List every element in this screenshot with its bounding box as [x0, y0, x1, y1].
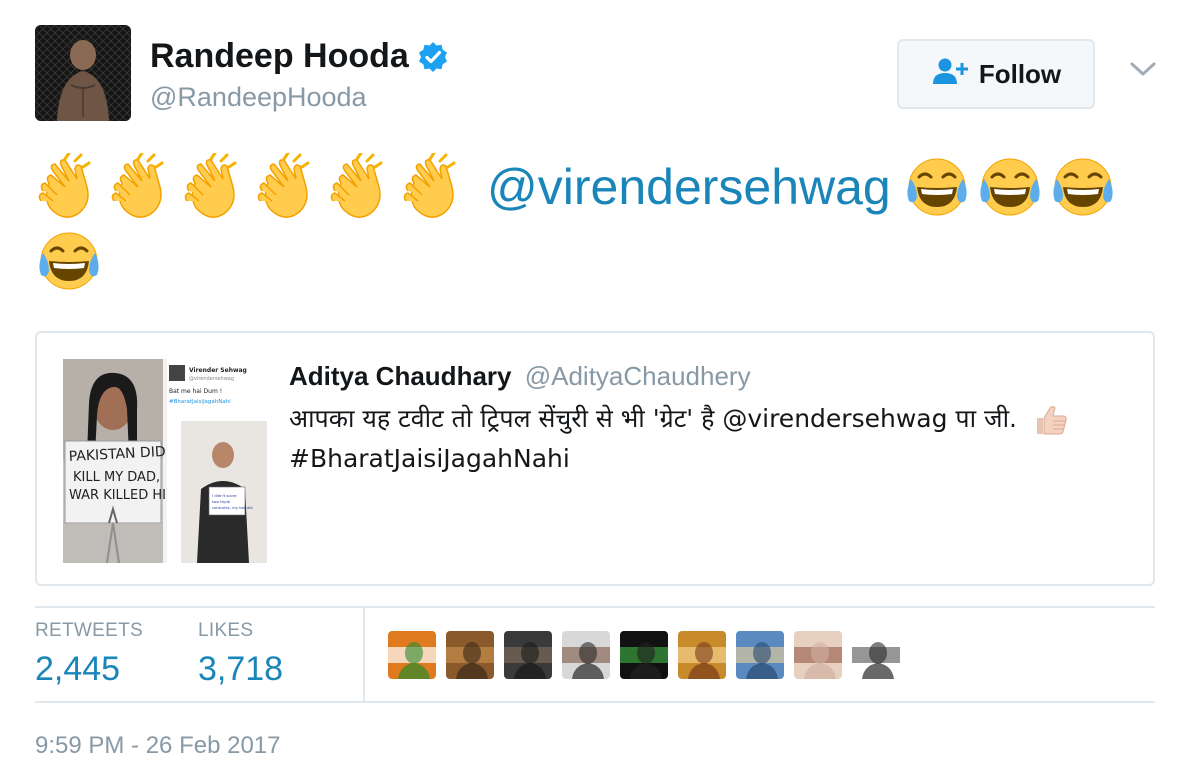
follow-button[interactable]: Follow [897, 39, 1095, 109]
display-name-text: Randeep Hooda [150, 37, 409, 75]
clapping-hands-emoji [108, 151, 176, 221]
tears-of-joy-emoji [1049, 153, 1117, 221]
clapping-hands-emoji [254, 151, 322, 221]
svg-text:#BharatJaisiJagahNahi: #BharatJaisiJagahNahi [169, 399, 231, 405]
tweet-mention-link[interactable]: @virendersehwag [487, 159, 891, 215]
likes-label: LIKES [198, 620, 254, 641]
clap-emoji-group [35, 151, 473, 218]
quoted-hashtag[interactable]: #BharatJaisiJagahNahi [289, 444, 570, 473]
clapping-hands-emoji [35, 151, 103, 221]
svg-text:centuries, my bat did: centuries, my bat did [212, 505, 253, 510]
tears-of-joy-emoji [976, 153, 1044, 221]
retweets-count: 2,445 [35, 650, 121, 688]
likes-count: 3,718 [198, 650, 284, 688]
clapping-hands-emoji [327, 151, 395, 221]
svg-text:@virendersehwag: @virendersehwag [189, 376, 234, 382]
liker-avatar[interactable] [736, 631, 784, 679]
stats-divider-vertical [363, 608, 365, 701]
add-person-icon [931, 57, 969, 92]
svg-text:Bat me hai Dum !: Bat me hai Dum ! [169, 388, 222, 395]
tweet-timestamp[interactable]: 9:59 PM - 26 Feb 2017 [35, 732, 280, 760]
clapping-hands-emoji [181, 151, 249, 221]
tears-of-joy-emoji [35, 227, 103, 295]
verified-badge-icon [417, 41, 449, 73]
liker-avatar[interactable] [794, 631, 842, 679]
quoted-tweet-text: आपका यह टवीट तो ट्रिपल सेंचुरी से भी 'ग्… [289, 399, 1129, 479]
clapping-hands-emoji [400, 151, 468, 221]
quoted-text-line: आपका यह टवीट तो ट्रिपल सेंचुरी से भी 'ग्… [289, 404, 1017, 433]
chevron-down-icon[interactable] [1128, 58, 1158, 80]
svg-text:Virender Sehwag: Virender Sehwag [189, 367, 247, 374]
quoted-tweet-media[interactable]: PAKISTAN DID KILL MY DAD, WAR KILLED HI … [63, 359, 267, 563]
poster-text-line3: WAR KILLED HI [69, 488, 166, 503]
quoted-tweet-author[interactable]: Aditya Chaudhary @AdityaChaudhery [289, 361, 751, 392]
avatar[interactable] [35, 25, 131, 121]
liker-avatars [388, 631, 900, 679]
liker-avatar[interactable] [388, 631, 436, 679]
liker-avatar[interactable] [852, 631, 900, 679]
follow-label: Follow [978, 58, 1062, 89]
thumbs-up-emoji [1033, 402, 1069, 438]
liker-avatar[interactable] [620, 631, 668, 679]
quoted-author-name: Aditya Chaudhary [289, 361, 512, 391]
poster-text-line2: KILL MY DAD, [73, 470, 160, 485]
quoted-author-handle: @AdityaChaudhery [524, 361, 751, 391]
tears-of-joy-emoji [903, 153, 971, 221]
svg-text:I didn't score: I didn't score [212, 493, 237, 498]
stats-divider-top [35, 606, 1155, 608]
quoted-tweet-card[interactable]: PAKISTAN DID KILL MY DAD, WAR KILLED HI … [35, 331, 1155, 586]
svg-text:two triple: two triple [212, 499, 231, 504]
stats-divider-bottom [35, 701, 1155, 703]
liker-avatar[interactable] [504, 631, 552, 679]
retweets-label: RETWEETS [35, 620, 143, 641]
retweets-stat[interactable]: RETWEETS 2,445 [35, 620, 143, 689]
display-name[interactable]: Randeep Hooda [150, 37, 449, 76]
likes-stat[interactable]: LIKES 3,718 [198, 620, 283, 689]
liker-avatar[interactable] [678, 631, 726, 679]
user-handle[interactable]: @RandeepHooda [150, 82, 367, 113]
liker-avatar[interactable] [446, 631, 494, 679]
tweet-text: @virendersehwag [35, 148, 1165, 295]
liker-avatar[interactable] [562, 631, 610, 679]
